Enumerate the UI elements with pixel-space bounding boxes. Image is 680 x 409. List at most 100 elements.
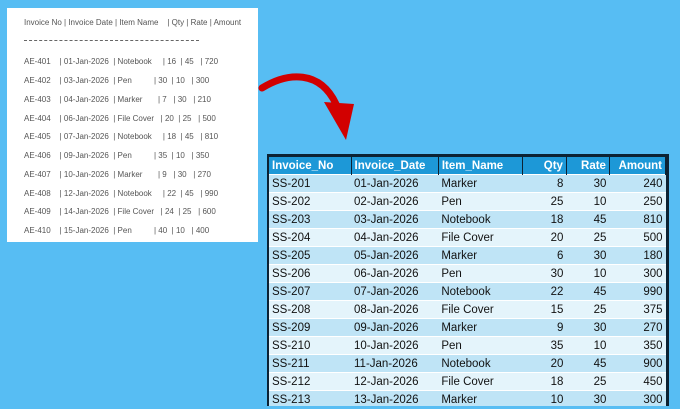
table-cell[interactable]: 13-Jan-2026 <box>351 390 439 406</box>
table-cell[interactable]: 25 <box>566 300 610 319</box>
raw-line: AE-408 | 12-Jan-2026 | Notebook | 22 | 4… <box>24 189 219 198</box>
table-row: SS-205 05-Jan-2026 Marker 6 30 180 <box>269 246 666 265</box>
table-cell[interactable]: 45 <box>566 282 610 301</box>
table-cell[interactable]: SS-207 <box>269 282 351 301</box>
table-cell[interactable]: 25 <box>522 192 567 211</box>
table-cell[interactable]: 990 <box>609 282 666 301</box>
column-header[interactable]: Item_Name <box>438 157 524 175</box>
table-cell[interactable]: 18 <box>522 210 567 229</box>
table-row: SS-211 11-Jan-2026 Notebook 20 45 900 <box>269 354 666 373</box>
table-cell[interactable]: 300 <box>609 264 666 283</box>
table-cell[interactable]: 05-Jan-2026 <box>351 246 439 265</box>
column-header[interactable]: Invoice_No <box>269 157 352 175</box>
table-cell[interactable]: Pen <box>438 264 523 283</box>
table-cell[interactable]: 15 <box>522 300 567 319</box>
table-cell[interactable]: 30 <box>566 174 610 193</box>
table-cell[interactable]: 6 <box>522 246 567 265</box>
table-cell[interactable]: 300 <box>609 390 666 406</box>
curved-arrow-icon <box>258 73 354 140</box>
table-cell[interactable]: 30 <box>566 390 610 406</box>
table-cell[interactable]: SS-205 <box>269 246 351 265</box>
table-cell[interactable]: Pen <box>438 192 523 211</box>
raw-line: AE-409 | 14-Jan-2026 | File Cover | 24 |… <box>24 207 216 216</box>
table-cell[interactable]: 06-Jan-2026 <box>351 264 439 283</box>
table-cell[interactable]: 30 <box>566 246 610 265</box>
table-cell[interactable]: 01-Jan-2026 <box>351 174 439 193</box>
table-cell[interactable]: 04-Jan-2026 <box>351 228 439 247</box>
table-cell[interactable]: Notebook <box>438 282 523 301</box>
table-cell[interactable]: 20 <box>522 228 567 247</box>
table-cell[interactable]: 10 <box>566 192 610 211</box>
column-header[interactable]: Invoice_Date <box>351 157 439 175</box>
table-cell[interactable]: 25 <box>566 228 610 247</box>
table-cell[interactable]: Marker <box>438 246 523 265</box>
table-cell[interactable]: 20 <box>522 354 567 373</box>
table-cell[interactable]: 07-Jan-2026 <box>351 282 439 301</box>
table-cell[interactable]: 02-Jan-2026 <box>351 192 439 211</box>
table-row: SS-202 02-Jan-2026 Pen 25 10 250 <box>269 192 666 211</box>
table-cell[interactable]: 9 <box>522 318 567 337</box>
table-row: SS-212 12-Jan-2026 File Cover 18 25 450 <box>269 372 666 391</box>
table-cell[interactable]: SS-201 <box>269 174 351 193</box>
table-cell[interactable]: SS-202 <box>269 192 351 211</box>
table-cell[interactable]: SS-204 <box>269 228 351 247</box>
table-cell[interactable]: 450 <box>609 372 666 391</box>
table-cell[interactable]: SS-210 <box>269 336 351 355</box>
table-cell[interactable]: SS-208 <box>269 300 351 319</box>
column-header[interactable]: Amount <box>609 157 667 175</box>
table-cell[interactable]: Marker <box>438 318 523 337</box>
table-cell[interactable]: 30 <box>566 318 610 337</box>
clean-table: Invoice_No Invoice_Date Item_Name Qty Ra… <box>267 154 669 406</box>
table-cell[interactable]: 10-Jan-2026 <box>351 336 439 355</box>
table-cell[interactable]: File Cover <box>438 372 523 391</box>
table-cell[interactable]: 45 <box>566 354 610 373</box>
table-cell[interactable]: 09-Jan-2026 <box>351 318 439 337</box>
table-cell[interactable]: 10 <box>522 390 567 406</box>
table-cell[interactable]: 900 <box>609 354 666 373</box>
table-cell[interactable]: 10 <box>566 264 610 283</box>
table-cell[interactable]: Notebook <box>438 210 523 229</box>
table-cell[interactable]: 08-Jan-2026 <box>351 300 439 319</box>
table-cell[interactable]: Pen <box>438 336 523 355</box>
table-cell[interactable]: 10 <box>566 336 610 355</box>
raw-line: AE-403 | 04-Jan-2026 | Marker | 7 | 30 |… <box>24 95 211 104</box>
table-row: SS-204 04-Jan-2026 File Cover 20 25 500 <box>269 228 666 247</box>
table-row: SS-210 10-Jan-2026 Pen 35 10 350 <box>269 336 666 355</box>
table-cell[interactable]: SS-212 <box>269 372 351 391</box>
table-cell[interactable]: 500 <box>609 228 666 247</box>
raw-separator <box>24 40 199 41</box>
table-cell[interactable]: SS-209 <box>269 318 351 337</box>
raw-line: AE-410 | 15-Jan-2026 | Pen | 40 | 10 | 4… <box>24 226 210 235</box>
table-cell[interactable]: SS-203 <box>269 210 351 229</box>
table-cell[interactable]: SS-213 <box>269 390 351 406</box>
table-cell[interactable]: 375 <box>609 300 666 319</box>
column-header[interactable]: Rate <box>566 157 610 175</box>
table-cell[interactable]: 11-Jan-2026 <box>351 354 439 373</box>
table-cell[interactable]: 350 <box>609 336 666 355</box>
table-cell[interactable]: 240 <box>609 174 666 193</box>
table-cell[interactable]: 03-Jan-2026 <box>351 210 439 229</box>
table-row: SS-213 13-Jan-2026 Marker 10 30 300 <box>269 390 666 406</box>
table-cell[interactable]: 25 <box>566 372 610 391</box>
table-cell[interactable]: 12-Jan-2026 <box>351 372 439 391</box>
table-cell[interactable]: Marker <box>438 390 523 406</box>
table-cell[interactable]: 22 <box>522 282 567 301</box>
table-cell[interactable]: File Cover <box>438 228 523 247</box>
table-cell[interactable]: 8 <box>522 174 567 193</box>
table-cell[interactable]: 35 <box>522 336 567 355</box>
table-cell[interactable]: Marker <box>438 174 523 193</box>
table-cell[interactable]: Notebook <box>438 354 523 373</box>
raw-header: Invoice No | Invoice Date | Item Name | … <box>24 18 242 27</box>
table-cell[interactable]: 810 <box>609 210 666 229</box>
table-cell[interactable]: 18 <box>522 372 567 391</box>
table-cell[interactable]: File Cover <box>438 300 523 319</box>
raw-text-panel: Invoice No | Invoice Date | Item Name | … <box>7 8 258 242</box>
table-cell[interactable]: 270 <box>609 318 666 337</box>
table-cell[interactable]: SS-211 <box>269 354 351 373</box>
table-cell[interactable]: 250 <box>609 192 666 211</box>
table-cell[interactable]: 180 <box>609 246 666 265</box>
table-cell[interactable]: SS-206 <box>269 264 351 283</box>
table-cell[interactable]: 30 <box>522 264 567 283</box>
table-cell[interactable]: 45 <box>566 210 610 229</box>
column-header[interactable]: Qty <box>522 157 567 175</box>
